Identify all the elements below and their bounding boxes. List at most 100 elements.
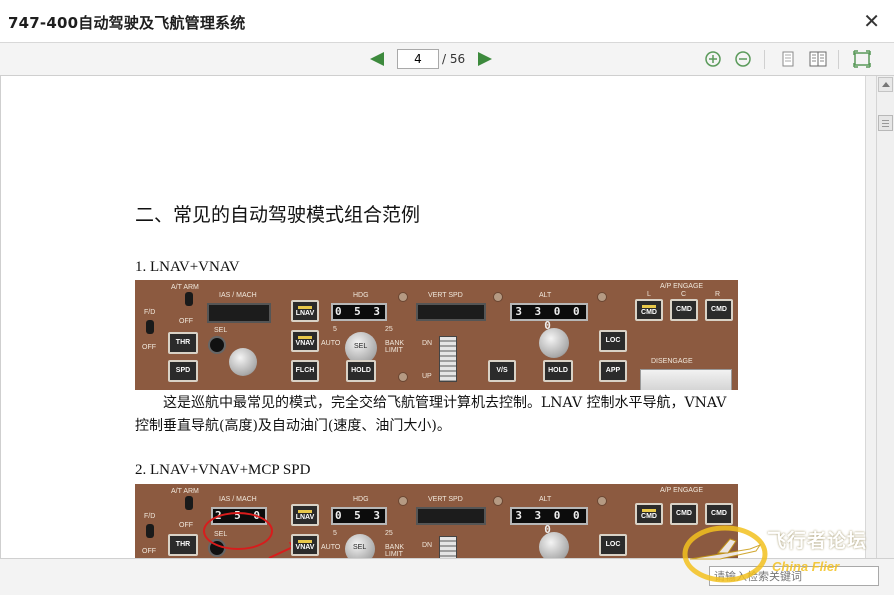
vs-wheel (439, 336, 457, 382)
ap-c-label: C (681, 291, 687, 298)
loc-button: LOC (599, 534, 627, 556)
fd-off-label: OFF (142, 548, 156, 555)
page-total: / 56 (442, 52, 466, 66)
page-number-input[interactable] (397, 49, 439, 69)
bottom-bar (0, 558, 894, 595)
scroll-up-arrow-icon[interactable] (878, 77, 893, 92)
mcp-panel-image-1: A/T ARM OFF F/D OFF THR SPD IAS / MACH S… (135, 280, 738, 390)
ap-engage-label: A/P ENGAGE (660, 283, 704, 290)
alt-label: ALT (539, 292, 552, 299)
two-page-icon[interactable] (808, 49, 828, 69)
at-arm-switch (185, 496, 193, 510)
off-label: OFF (179, 318, 193, 325)
screw (493, 292, 503, 302)
hdg-sel-label: SEL (354, 343, 368, 350)
fd-label: F/D (144, 513, 156, 520)
vnav-button: VNAV (291, 534, 319, 556)
bank-25-label: 25 (385, 326, 393, 333)
cmd-r-button: CMD (705, 299, 733, 321)
cmd-c-button: CMD (670, 299, 698, 321)
ias-knob (229, 348, 257, 376)
search-input[interactable] (709, 566, 879, 586)
cmd-l-button: CMD (635, 503, 663, 525)
thr-button: THR (168, 332, 198, 354)
vert-spd-label: VERT SPD (428, 496, 463, 503)
flch-button: FLCH (291, 360, 319, 382)
lnav-button: LNAV (291, 300, 319, 322)
alt-label: ALT (539, 496, 552, 503)
sel-label: SEL (214, 327, 228, 334)
fd-switch (146, 320, 154, 334)
alt-knob (539, 532, 569, 558)
cmd-r-button: CMD (705, 503, 733, 525)
ias-sel-knob (208, 336, 226, 354)
bank-5-label: 5 (333, 326, 337, 333)
red-highlight-ellipse (203, 512, 273, 550)
screw (398, 292, 408, 302)
vs-display (416, 507, 486, 525)
hdg-label: HDG (353, 292, 369, 299)
screw (398, 372, 408, 382)
scroll-thumb[interactable] (878, 115, 893, 131)
next-page-icon[interactable] (478, 52, 492, 66)
alt-display: 3 3 0 0 0 (510, 303, 588, 332)
hdg-label: HDG (353, 496, 369, 503)
page-edge (865, 76, 876, 558)
hdg-display: 0 5 3 (331, 507, 387, 525)
auto-label: AUTO (321, 340, 341, 347)
bank-limit-label: BANK LIMIT (385, 340, 405, 354)
alt-hold-button: HOLD (543, 360, 573, 382)
toolbar-separator (764, 50, 765, 69)
ap-l-label: L (647, 291, 651, 298)
dn-label: DN (422, 542, 433, 549)
screw (398, 496, 408, 506)
up-label: UP (422, 373, 432, 380)
window-title: 747-400自动驾驶及飞航管理系统 (8, 14, 246, 32)
section-heading: 二、常见的自动驾驶模式组合范例 (135, 204, 421, 226)
example-1-description: 这是巡航中最常见的模式，完全交给飞航管理计算机去控制。LNAV 控制水平导航，V… (135, 395, 727, 434)
vnav-button: VNAV (291, 330, 319, 352)
alt-display: 3 3 0 0 0 (510, 507, 588, 536)
vertical-scrollbar[interactable] (876, 76, 894, 558)
hdg-display: 0 5 3 (331, 303, 387, 321)
off-label: OFF (179, 522, 193, 529)
single-page-icon[interactable] (778, 49, 798, 69)
ias-display (207, 303, 271, 323)
vert-spd-label: VERT SPD (428, 292, 463, 299)
prev-page-icon[interactable] (370, 52, 384, 66)
dn-label: DN (422, 340, 433, 347)
viewer-toolbar: / 56 (0, 43, 894, 76)
at-arm-label: A/T ARM (171, 488, 199, 495)
spd-button: SPD (168, 360, 198, 382)
ap-r-label: R (715, 291, 721, 298)
alt-knob (539, 328, 569, 358)
hdg-sel-label: SEL (353, 544, 367, 551)
disengage-label: DISENGAGE (651, 358, 693, 365)
auto-label: AUTO (321, 544, 341, 551)
hdg-hold-button: HOLD (346, 360, 376, 382)
ias-mach-label: IAS / MACH (219, 292, 257, 299)
toolbar-separator (838, 50, 839, 69)
loc-button: LOC (599, 330, 627, 352)
thr-button: THR (168, 534, 198, 556)
bank-25-label: 25 (385, 530, 393, 537)
bank-limit-label: BANK LIMIT (385, 544, 405, 558)
close-icon[interactable]: ✕ (863, 9, 880, 33)
fd-off-label: OFF (142, 344, 156, 351)
ap-engage-label: A/P ENGAGE (660, 487, 704, 494)
at-arm-label: A/T ARM (171, 284, 199, 291)
vs-wheel (439, 536, 457, 558)
ias-mach-label: IAS / MACH (219, 496, 257, 503)
zoom-out-icon[interactable] (733, 49, 753, 69)
disengage-bar (640, 369, 732, 390)
fullscreen-icon[interactable] (852, 49, 872, 69)
cmd-c-button: CMD (670, 503, 698, 525)
fd-label: F/D (144, 309, 156, 316)
zoom-in-icon[interactable] (703, 49, 723, 69)
title-bar: 747-400自动驾驶及飞航管理系统 ✕ (0, 0, 894, 43)
app-button: APP (599, 360, 627, 382)
cmd-l-button: CMD (635, 299, 663, 321)
document-viewer[interactable]: 二、常见的自动驾驶模式组合范例 1. LNAV+VNAV A/T ARM OFF… (0, 76, 876, 558)
mcp-panel-image-2: A/T ARM OFF F/D OFF THR IAS / MACH 2 5 0… (135, 484, 738, 558)
example-title-1: 1. LNAV+VNAV (135, 259, 240, 275)
